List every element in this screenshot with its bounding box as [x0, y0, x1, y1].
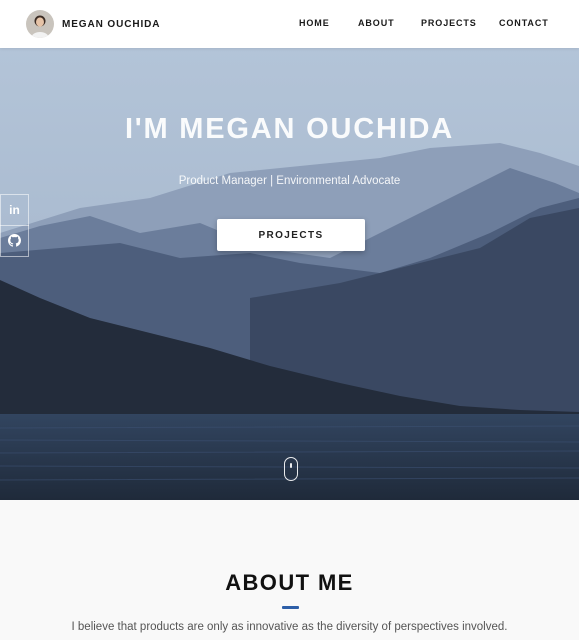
nav-about[interactable]: ABOUT	[358, 18, 395, 30]
brand-name: MEGAN OUCHIDA	[62, 18, 161, 30]
brand[interactable]: MEGAN OUCHIDA	[26, 10, 160, 38]
linkedin-icon: in	[9, 203, 20, 217]
about-text: I believe that products are only as inno…	[71, 621, 508, 633]
site-header: MEGAN OUCHIDA HOME ABOUT PROJECTS CONTAC…	[0, 0, 579, 48]
social-linkedin[interactable]: in	[0, 194, 29, 226]
nav-home[interactable]: HOME	[299, 18, 330, 30]
projects-button[interactable]: PROJECTS	[217, 219, 365, 251]
nav-contact[interactable]: CONTACT	[499, 18, 549, 30]
about-title: ABOUT ME	[225, 570, 354, 595]
hero-title: I'M MEGAN OUCHIDA	[124, 113, 455, 145]
title-divider	[282, 606, 299, 609]
avatar	[26, 10, 54, 38]
scroll-mouse-icon[interactable]	[284, 457, 298, 481]
hero-subtitle: Product Manager | Environmental Advocate	[178, 175, 401, 187]
social-github[interactable]	[0, 225, 29, 257]
github-icon	[8, 234, 21, 247]
nav-projects[interactable]: PROJECTS	[421, 18, 477, 30]
